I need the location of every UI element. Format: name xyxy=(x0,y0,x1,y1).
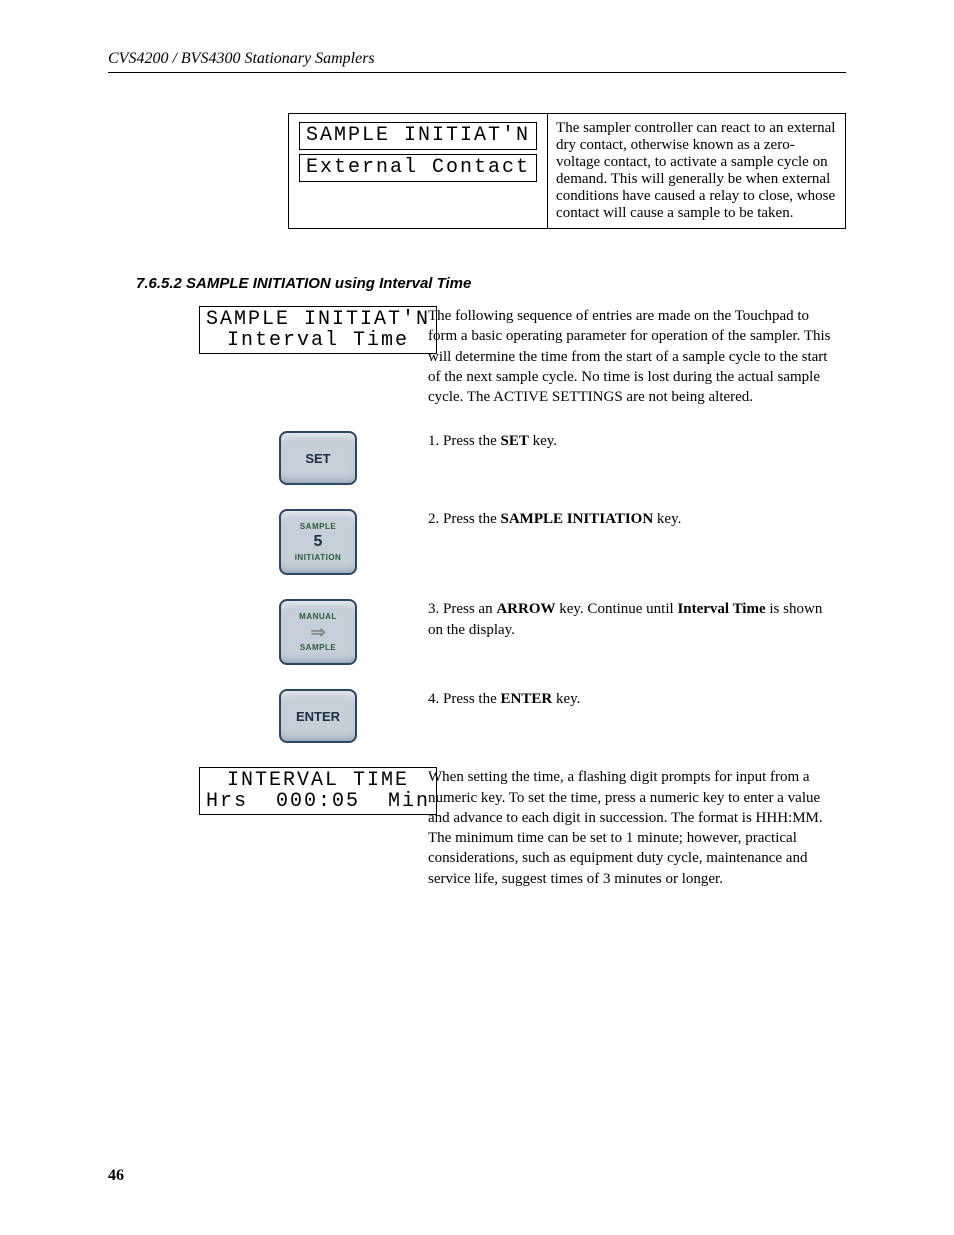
enter-key[interactable]: ENTER xyxy=(279,689,357,743)
text: 3. Press an xyxy=(428,601,496,617)
text: key. xyxy=(653,511,681,527)
set-key[interactable]: SET xyxy=(279,431,357,485)
step-3-text: 3. Press an ARROW key. Continue until In… xyxy=(428,599,846,665)
lcd-line: SAMPLE INITIAT'N xyxy=(206,308,430,331)
key-bottom-label: SAMPLE xyxy=(300,643,336,652)
external-contact-table: SAMPLE INITIAT'N External Contact The sa… xyxy=(288,113,846,229)
lcd-line: Hrs 000:05 Min xyxy=(206,790,430,813)
step-4-text: 4. Press the ENTER key. xyxy=(428,689,846,743)
section-heading: 7.6.5.2 SAMPLE INITIATION using Interval… xyxy=(136,275,846,292)
bold-text: ARROW xyxy=(496,601,555,617)
step-2-text: 2. Press the SAMPLE INITIATION key. xyxy=(428,509,846,575)
lcd-line: Interval Time xyxy=(227,329,409,352)
key-top-label: SAMPLE xyxy=(300,522,336,531)
lcd-line: External Contact xyxy=(299,154,537,182)
lcd-interval-mode: SAMPLE INITIAT'N Interval Time xyxy=(199,306,437,354)
text: key. xyxy=(529,433,557,449)
bold-text: SET xyxy=(501,433,529,449)
bold-text: ENTER xyxy=(501,691,553,707)
external-contact-desc: The sampler controller can react to an e… xyxy=(548,114,846,229)
key-number: 5 xyxy=(314,533,323,551)
sample-initiation-key[interactable]: SAMPLE 5 INITIATION xyxy=(279,509,357,575)
lcd-interval-time: INTERVAL TIME Hrs 000:05 Min xyxy=(199,767,437,815)
bold-text: Interval Time xyxy=(677,601,765,617)
step-1-text: 1. Press the SET key. xyxy=(428,431,846,485)
text: key. xyxy=(552,691,580,707)
lcd-line: INTERVAL TIME xyxy=(227,769,409,792)
arrow-right-icon: ⇒ xyxy=(310,623,325,641)
text: 1. Press the xyxy=(428,433,501,449)
intro-desc: The following sequence of entries are ma… xyxy=(428,306,846,407)
key-top-label: MANUAL xyxy=(299,612,337,621)
text: 2. Press the xyxy=(428,511,501,527)
key-label: ENTER xyxy=(296,709,340,724)
bold-text: SAMPLE INITIATION xyxy=(501,511,654,527)
page-header: CVS4200 / BVS4300 Stationary Samplers xyxy=(108,50,846,73)
lcd-external-contact: SAMPLE INITIAT'N External Contact xyxy=(297,120,539,184)
lcd-line: SAMPLE INITIAT'N xyxy=(299,122,537,150)
key-label: SET xyxy=(305,451,330,466)
text: key. Continue until xyxy=(556,601,678,617)
text: 4. Press the xyxy=(428,691,501,707)
arrow-key[interactable]: MANUAL ⇒ SAMPLE xyxy=(279,599,357,665)
page-number: 46 xyxy=(108,1167,124,1185)
key-bottom-label: INITIATION xyxy=(295,553,342,562)
interval-desc: When setting the time, a flashing digit … xyxy=(428,767,846,889)
